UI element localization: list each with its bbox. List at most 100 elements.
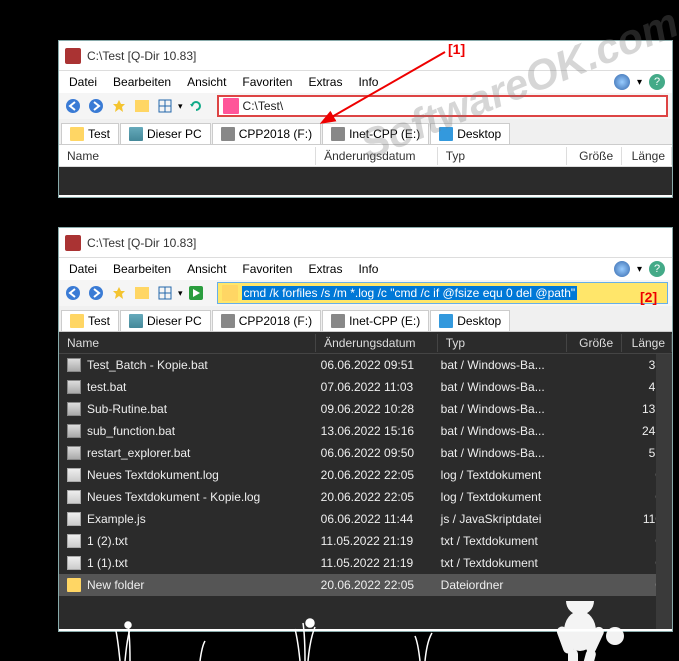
file-row[interactable]: 1 (2).txt11.05.2022 21:19txt / Textdokum… xyxy=(59,530,672,552)
file-row[interactable]: Example.js06.06.2022 11:44js / JavaSkrip… xyxy=(59,508,672,530)
tab-label: CPP2018 (F:) xyxy=(239,127,312,141)
go-button[interactable] xyxy=(186,283,206,303)
col-date[interactable]: Änderungsdatum xyxy=(316,334,438,352)
file-row[interactable]: Test_Batch - Kopie.bat06.06.2022 09:51ba… xyxy=(59,354,672,376)
globe-icon[interactable] xyxy=(614,261,630,277)
col-name[interactable]: Name xyxy=(59,147,316,165)
tab-test[interactable]: Test xyxy=(61,310,119,331)
file-name: Example.js xyxy=(63,512,317,526)
tab-dieser-pc[interactable]: Dieser PC xyxy=(120,310,211,331)
file-name: 1 (2).txt xyxy=(63,534,317,548)
globe-icon[interactable] xyxy=(614,74,630,90)
file-row[interactable]: test.bat07.06.2022 11:03bat / Windows-Ba… xyxy=(59,376,672,398)
col-name[interactable]: Name xyxy=(59,334,316,352)
tab-desktop[interactable]: Desktop xyxy=(430,310,510,331)
file-name: 1 (1).txt xyxy=(63,556,317,570)
window-title: C:\Test [Q-Dir 10.83] xyxy=(87,236,196,250)
tab-cpp2018[interactable]: CPP2018 (F:) xyxy=(212,123,321,144)
file-date: 20.06.2022 22:05 xyxy=(317,468,437,482)
menu-bearbeiten[interactable]: Bearbeiten xyxy=(107,260,177,278)
folder-icon xyxy=(70,127,84,141)
col-size[interactable]: Größe xyxy=(567,147,622,165)
address-text: C:\Test\ xyxy=(243,99,284,113)
file-row[interactable]: Neues Textdokument.log20.06.2022 22:05lo… xyxy=(59,464,672,486)
help-icon[interactable]: ? xyxy=(649,261,665,277)
file-row[interactable]: 1 (1).txt11.05.2022 21:19txt / Textdokum… xyxy=(59,552,672,574)
file-date: 20.06.2022 22:05 xyxy=(317,490,437,504)
help-icon[interactable]: ? xyxy=(649,74,665,90)
file-date: 13.06.2022 15:16 xyxy=(317,424,437,438)
menu-bearbeiten[interactable]: Bearbeiten xyxy=(107,73,177,91)
forward-button[interactable] xyxy=(86,96,106,116)
menu-datei[interactable]: Datei xyxy=(63,260,103,278)
tab-label: Desktop xyxy=(457,314,501,328)
refresh-button[interactable] xyxy=(186,96,206,116)
layout-button[interactable] xyxy=(155,283,175,303)
file-type: bat / Windows-Ba... xyxy=(437,424,565,438)
tab-bar: Test Dieser PC CPP2018 (F:) Inet-CPP (E:… xyxy=(59,306,672,332)
file-name: restart_explorer.bat xyxy=(63,446,317,460)
menu-favoriten[interactable]: Favoriten xyxy=(236,260,298,278)
file-list[interactable]: Test_Batch - Kopie.bat06.06.2022 09:51ba… xyxy=(59,354,672,629)
explorer-button[interactable] xyxy=(132,96,152,116)
forward-button[interactable] xyxy=(86,283,106,303)
titlebar[interactable]: C:\Test [Q-Dir 10.83] xyxy=(59,228,672,258)
menu-ansicht[interactable]: Ansicht xyxy=(181,260,232,278)
menubar: Datei Bearbeiten Ansicht Favoriten Extra… xyxy=(59,258,672,280)
file-type: log / Textdokument xyxy=(437,490,565,504)
col-len[interactable]: Länge xyxy=(622,334,672,352)
file-name: New folder xyxy=(63,578,317,592)
file-date: 06.06.2022 11:44 xyxy=(317,512,437,526)
file-name: sub_function.bat xyxy=(63,424,317,438)
file-row[interactable]: New folder20.06.2022 22:05Dateiordner0 xyxy=(59,574,672,596)
desktop-icon xyxy=(439,314,453,328)
annotation-1: [1] xyxy=(448,41,465,57)
pc-icon xyxy=(129,314,143,328)
menu-datei[interactable]: Datei xyxy=(63,73,103,91)
tab-inet-cpp[interactable]: Inet-CPP (E:) xyxy=(322,310,429,331)
menu-favoriten[interactable]: Favoriten xyxy=(236,73,298,91)
menu-info[interactable]: Info xyxy=(352,260,384,278)
menu-ansicht[interactable]: Ansicht xyxy=(181,73,232,91)
back-button[interactable] xyxy=(63,283,83,303)
tab-test[interactable]: Test xyxy=(61,123,119,144)
pc-icon xyxy=(129,127,143,141)
col-date[interactable]: Änderungsdatum xyxy=(316,147,438,165)
folder-icon xyxy=(70,314,84,328)
file-name: test.bat xyxy=(63,380,317,394)
bat-icon xyxy=(67,358,81,372)
col-type[interactable]: Typ xyxy=(438,334,568,352)
col-size[interactable]: Größe xyxy=(567,334,622,352)
annotation-2: [2] xyxy=(640,289,657,305)
toolbar: ▾ cmd /k forfiles /s /m *.log /c "cmd /c… xyxy=(59,280,672,306)
col-len[interactable]: Länge xyxy=(622,147,672,165)
folder-icon xyxy=(222,285,238,301)
col-type[interactable]: Typ xyxy=(438,147,568,165)
layout-button[interactable] xyxy=(155,96,175,116)
file-type: js / JavaSkriptdatei xyxy=(437,512,565,526)
file-date: 09.06.2022 10:28 xyxy=(317,402,437,416)
hdd-icon xyxy=(331,314,345,328)
tab-label: Dieser PC xyxy=(147,314,202,328)
file-row[interactable]: restart_explorer.bat06.06.2022 09:50bat … xyxy=(59,442,672,464)
log-icon xyxy=(67,490,81,504)
tab-dieser-pc[interactable]: Dieser PC xyxy=(120,123,211,144)
menu-extras[interactable]: Extras xyxy=(302,260,348,278)
file-row[interactable]: Neues Textdokument - Kopie.log20.06.2022… xyxy=(59,486,672,508)
tab-label: Test xyxy=(88,314,110,328)
scrollbar[interactable] xyxy=(656,354,672,629)
explorer-button[interactable] xyxy=(132,283,152,303)
file-list[interactable] xyxy=(59,167,672,195)
file-row[interactable]: sub_function.bat13.06.2022 15:16bat / Wi… xyxy=(59,420,672,442)
bat-icon xyxy=(67,424,81,438)
back-button[interactable] xyxy=(63,96,83,116)
address-bar[interactable]: cmd /k forfiles /s /m *.log /c "cmd /c i… xyxy=(217,282,668,304)
file-date: 06.06.2022 09:50 xyxy=(317,446,437,460)
file-name: Neues Textdokument.log xyxy=(63,468,317,482)
file-date: 07.06.2022 11:03 xyxy=(317,380,437,394)
address-text: cmd /k forfiles /s /m *.log /c "cmd /c i… xyxy=(242,286,578,300)
favorites-button[interactable] xyxy=(109,283,129,303)
file-row[interactable]: Sub-Rutine.bat09.06.2022 10:28bat / Wind… xyxy=(59,398,672,420)
tab-cpp2018[interactable]: CPP2018 (F:) xyxy=(212,310,321,331)
favorites-button[interactable] xyxy=(109,96,129,116)
